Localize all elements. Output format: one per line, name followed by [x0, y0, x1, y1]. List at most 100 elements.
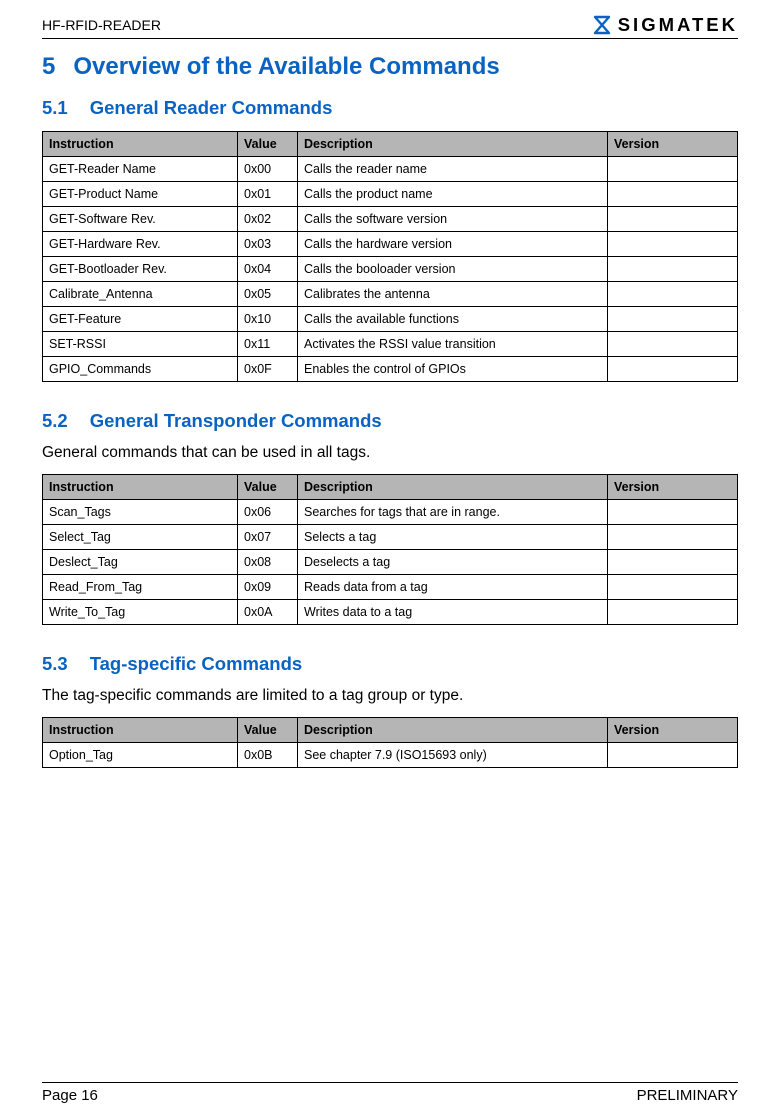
cell-instr: GET-Feature: [43, 307, 238, 332]
cell-ver: [608, 600, 738, 625]
cell-value: 0x0B: [238, 743, 298, 768]
cell-desc: Calls the product name: [298, 182, 608, 207]
header-doc-title: HF-RFID-READER: [42, 17, 161, 33]
cell-value: 0x08: [238, 550, 298, 575]
brand-name: SIGMATEK: [618, 14, 738, 36]
brand-logo: SIGMATEK: [592, 14, 738, 36]
cell-desc: Calls the software version: [298, 207, 608, 232]
table-row: GET-Bootloader Rev.0x04Calls the booload…: [43, 257, 738, 282]
col-value: Value: [238, 475, 298, 500]
subsection-5-3-title: Tag-specific Commands: [90, 653, 302, 674]
cell-desc: Calls the available functions: [298, 307, 608, 332]
subsection-5-3-intro: The tag-specific commands are limited to…: [42, 687, 738, 705]
section-number: 5: [42, 53, 55, 81]
table-row: Read_From_Tag0x09Reads data from a tag: [43, 575, 738, 600]
cell-value: 0x03: [238, 232, 298, 257]
table-row: Option_Tag0x0BSee chapter 7.9 (ISO15693 …: [43, 743, 738, 768]
cell-value: 0x06: [238, 500, 298, 525]
cell-ver: [608, 157, 738, 182]
cell-instr: Deslect_Tag: [43, 550, 238, 575]
cell-value: 0x0F: [238, 357, 298, 382]
table-row: GET-Hardware Rev.0x03Calls the hardware …: [43, 232, 738, 257]
col-version: Version: [608, 475, 738, 500]
table-row: GET-Software Rev.0x02Calls the software …: [43, 207, 738, 232]
table-header-row: Instruction Value Description Version: [43, 475, 738, 500]
cell-ver: [608, 282, 738, 307]
cell-value: 0x01: [238, 182, 298, 207]
page-header: HF-RFID-READER SIGMATEK: [42, 14, 738, 39]
cell-value: 0x0A: [238, 600, 298, 625]
footer-page-number: Page 16: [42, 1087, 98, 1104]
cell-instr: Write_To_Tag: [43, 600, 238, 625]
cell-instr: GET-Product Name: [43, 182, 238, 207]
cell-ver: [608, 550, 738, 575]
cell-instr: Select_Tag: [43, 525, 238, 550]
cell-ver: [608, 332, 738, 357]
subsection-5-2: 5.2 General Transponder Commands: [42, 410, 738, 432]
cell-ver: [608, 743, 738, 768]
cell-instr: GET-Bootloader Rev.: [43, 257, 238, 282]
cell-value: 0x11: [238, 332, 298, 357]
col-value: Value: [238, 718, 298, 743]
col-instruction: Instruction: [43, 132, 238, 157]
cell-desc: Calibrates the antenna: [298, 282, 608, 307]
cell-desc: Deselects a tag: [298, 550, 608, 575]
col-instruction: Instruction: [43, 475, 238, 500]
cell-ver: [608, 575, 738, 600]
cell-desc: Reads data from a tag: [298, 575, 608, 600]
cell-instr: GET-Reader Name: [43, 157, 238, 182]
cell-instr: GPIO_Commands: [43, 357, 238, 382]
cell-ver: [608, 182, 738, 207]
table-header-row: Instruction Value Description Version: [43, 132, 738, 157]
table-row: GPIO_Commands0x0FEnables the control of …: [43, 357, 738, 382]
cell-desc: Selects a tag: [298, 525, 608, 550]
cell-instr: GET-Hardware Rev.: [43, 232, 238, 257]
section-title-text: Overview of the Available Commands: [73, 53, 499, 80]
cell-desc: Writes data to a tag: [298, 600, 608, 625]
col-instruction: Instruction: [43, 718, 238, 743]
subsection-5-2-num: 5.2: [42, 410, 68, 432]
cell-instr: Calibrate_Antenna: [43, 282, 238, 307]
cell-value: 0x09: [238, 575, 298, 600]
table-row: GET-Reader Name0x00Calls the reader name: [43, 157, 738, 182]
sigma-icon: [592, 15, 612, 35]
col-version: Version: [608, 132, 738, 157]
cell-value: 0x07: [238, 525, 298, 550]
cell-ver: [608, 525, 738, 550]
cell-desc: Enables the control of GPIOs: [298, 357, 608, 382]
subsection-5-2-intro: General commands that can be used in all…: [42, 444, 738, 462]
cell-desc: Searches for tags that are in range.: [298, 500, 608, 525]
cell-instr: SET-RSSI: [43, 332, 238, 357]
cell-value: 0x10: [238, 307, 298, 332]
cell-instr: Option_Tag: [43, 743, 238, 768]
col-version: Version: [608, 718, 738, 743]
table-row: Calibrate_Antenna0x05Calibrates the ante…: [43, 282, 738, 307]
cell-value: 0x05: [238, 282, 298, 307]
transponder-commands-table: Instruction Value Description Version Sc…: [42, 474, 738, 625]
cell-value: 0x00: [238, 157, 298, 182]
cell-desc: Calls the booloader version: [298, 257, 608, 282]
cell-ver: [608, 357, 738, 382]
table-row: GET-Feature0x10Calls the available funct…: [43, 307, 738, 332]
cell-value: 0x02: [238, 207, 298, 232]
table-row: Write_To_Tag0x0AWrites data to a tag: [43, 600, 738, 625]
table-row: Scan_Tags0x06Searches for tags that are …: [43, 500, 738, 525]
cell-ver: [608, 307, 738, 332]
table-header-row: Instruction Value Description Version: [43, 718, 738, 743]
subsection-5-1: 5.1 General Reader Commands: [42, 97, 738, 119]
subsection-5-1-num: 5.1: [42, 97, 68, 119]
cell-desc: Calls the hardware version: [298, 232, 608, 257]
cell-desc: See chapter 7.9 (ISO15693 only): [298, 743, 608, 768]
footer-status: PRELIMINARY: [637, 1087, 738, 1104]
subsection-5-1-title: General Reader Commands: [90, 97, 333, 118]
cell-instr: Scan_Tags: [43, 500, 238, 525]
cell-desc: Activates the RSSI value transition: [298, 332, 608, 357]
col-description: Description: [298, 475, 608, 500]
subsection-5-3: 5.3Tag-specific Commands: [42, 653, 738, 675]
col-value: Value: [238, 132, 298, 157]
reader-commands-table: Instruction Value Description Version GE…: [42, 131, 738, 382]
table-row: Select_Tag0x07Selects a tag: [43, 525, 738, 550]
tag-commands-table: Instruction Value Description Version Op…: [42, 717, 738, 768]
section-title: 5 Overview of the Available Commands: [42, 53, 738, 81]
subsection-5-2-title: General Transponder Commands: [90, 410, 382, 431]
